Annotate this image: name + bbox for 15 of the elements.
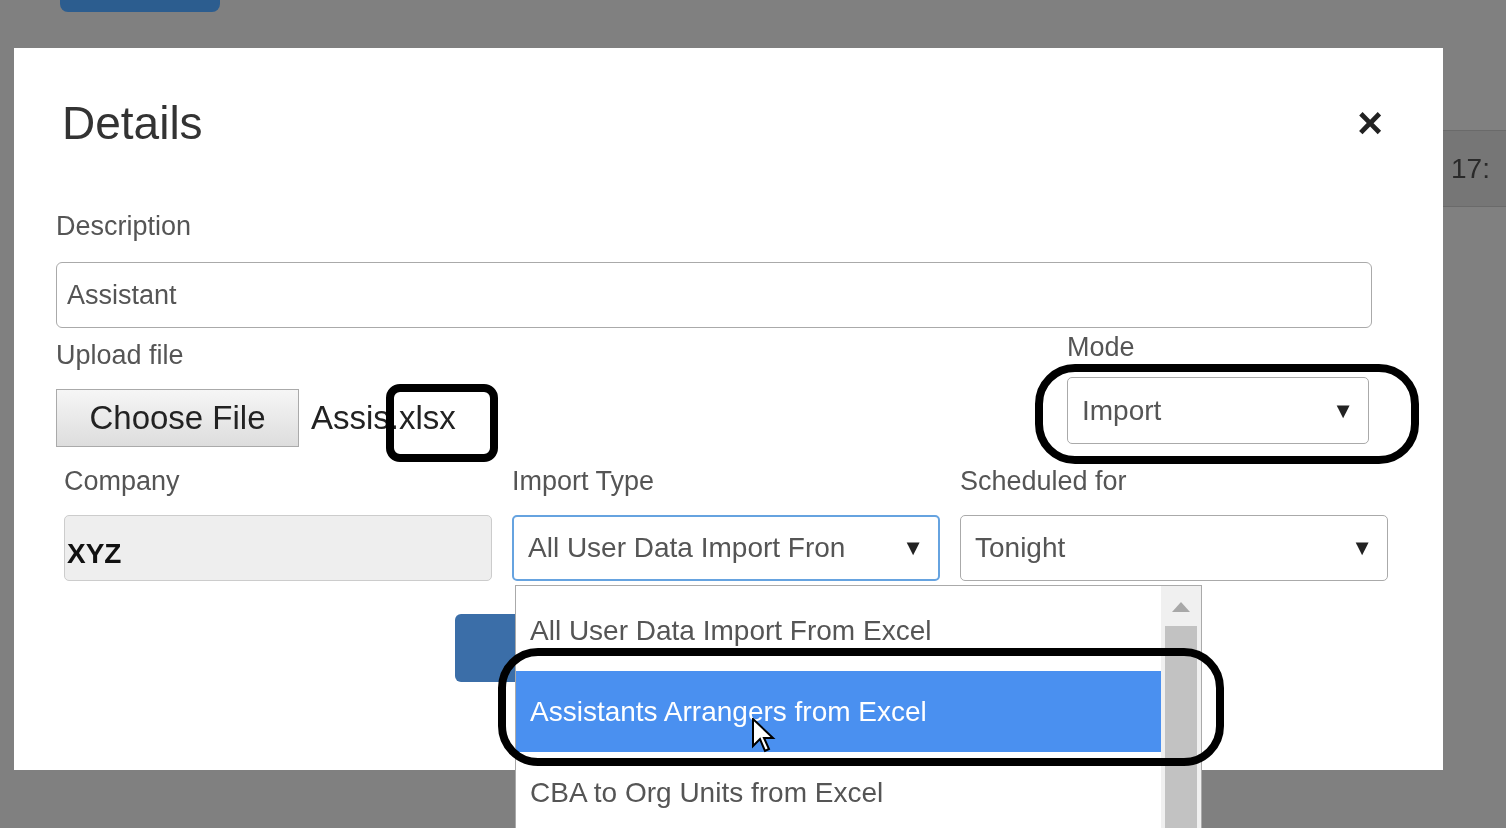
field-label: Upload file [56, 339, 185, 371]
field-label: Description [56, 210, 193, 242]
field-label: Import Type [512, 465, 656, 497]
import-type-select[interactable]: All User Data Import Fron ▼ [512, 515, 940, 581]
field-label: Scheduled for [960, 465, 1128, 497]
schedule-select[interactable]: Tonight ▼ [960, 515, 1388, 581]
close-button[interactable]: × [1357, 103, 1383, 143]
choose-file-button[interactable]: Choose File [56, 389, 299, 447]
field-label: Mode [1067, 331, 1136, 363]
time-cell: 17: [1443, 130, 1506, 207]
description-field[interactable]: Assistant [56, 262, 1372, 328]
mode-select[interactable]: Import ▼ [1067, 377, 1369, 444]
scrollbar[interactable] [1161, 586, 1201, 828]
dialog-title: Details [62, 96, 203, 150]
field-label: Company [64, 465, 181, 497]
